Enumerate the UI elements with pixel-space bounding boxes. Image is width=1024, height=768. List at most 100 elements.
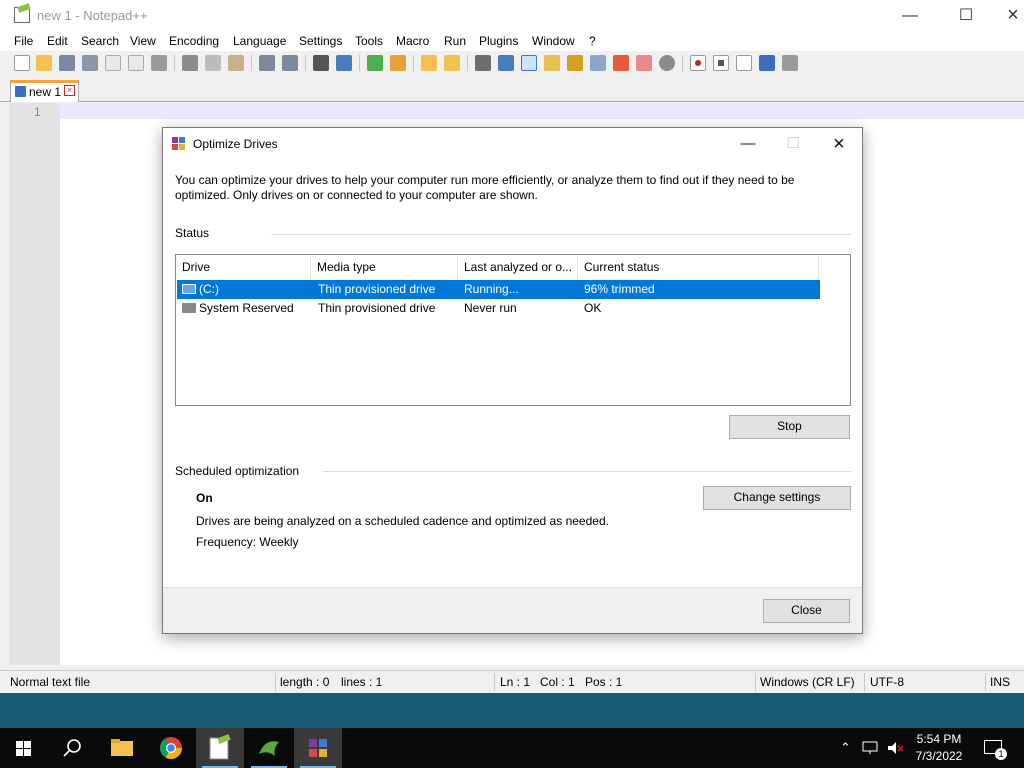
save-macro-icon[interactable] (782, 55, 798, 71)
menu-plugins[interactable]: Plugins (479, 34, 518, 48)
menu-view[interactable]: View (130, 34, 156, 48)
cut-icon[interactable] (182, 55, 198, 71)
npp-close-button[interactable]: × (990, 0, 1024, 31)
sync-horizontal-icon[interactable] (444, 55, 460, 71)
status-encoding: UTF-8 (870, 675, 904, 689)
close-button[interactable]: Close (763, 599, 850, 623)
run-macro-multiple-icon[interactable] (759, 55, 775, 71)
zoom-out-icon[interactable] (390, 55, 406, 71)
menu-file[interactable]: File (14, 34, 33, 48)
new-file-icon[interactable] (14, 55, 30, 71)
column-header-last-analyzed[interactable]: Last analyzed or o... (458, 255, 578, 280)
menu-macro[interactable]: Macro (396, 34, 429, 48)
paste-icon[interactable] (228, 55, 244, 71)
play-macro-icon[interactable] (736, 55, 752, 71)
monitoring-icon[interactable] (659, 55, 675, 71)
status-col: Col : 1 (540, 675, 575, 689)
gecko-icon (259, 741, 279, 756)
taskbar-notepadpp[interactable] (196, 728, 244, 768)
taskbar-file-explorer[interactable] (98, 728, 146, 768)
dialog-maximize-button: ☐ (786, 135, 800, 152)
change-settings-button[interactable]: Change settings (703, 486, 851, 510)
copy-icon[interactable] (205, 55, 221, 71)
taskbar-chrome[interactable] (147, 728, 195, 768)
system-drive-icon (182, 284, 196, 294)
tab-label: new 1 (29, 85, 62, 99)
drive-row-c[interactable]: (C:) Thin provisioned drive Running... 9… (177, 280, 820, 299)
column-header-drive[interactable]: Drive (176, 255, 311, 280)
stop-macro-icon[interactable] (713, 55, 729, 71)
column-header-current-status[interactable]: Current status (578, 255, 819, 280)
menu-search[interactable]: Search (81, 34, 119, 48)
status-divider (494, 673, 495, 691)
indent-guide-icon[interactable] (521, 55, 537, 71)
word-wrap-icon[interactable] (475, 55, 491, 71)
start-button[interactable] (0, 728, 48, 768)
status-divider (864, 673, 865, 691)
tray-chevron-up-icon[interactable]: ⌃ (840, 740, 851, 756)
dialog-minimize-button[interactable]: — (728, 132, 768, 156)
close-all-icon[interactable] (128, 55, 144, 71)
status-divider (985, 673, 986, 691)
toolbar-separator (682, 55, 683, 71)
doc-map-icon[interactable] (590, 55, 606, 71)
redo-icon[interactable] (282, 55, 298, 71)
column-header-media-type[interactable]: Media type (311, 255, 458, 280)
menu-window[interactable]: Window (532, 34, 575, 48)
menu-tools[interactable]: Tools (355, 34, 383, 48)
show-all-chars-icon[interactable] (498, 55, 514, 71)
volume-muted-icon[interactable] (886, 740, 904, 756)
menu-settings[interactable]: Settings (299, 34, 342, 48)
close-file-icon[interactable] (105, 55, 121, 71)
menu-edit[interactable]: Edit (47, 34, 68, 48)
replace-icon[interactable] (336, 55, 352, 71)
open-file-icon[interactable] (36, 55, 52, 71)
save-all-icon[interactable] (82, 55, 98, 71)
find-icon[interactable] (313, 55, 329, 71)
optimize-drives-dialog: Optimize Drives — ☐ × You can optimize y… (162, 127, 863, 634)
clock-date[interactable]: 7/3/2022 (914, 749, 964, 763)
undo-icon[interactable] (259, 55, 275, 71)
close-tab-icon[interactable]: × (64, 85, 75, 96)
sync-vertical-icon[interactable] (421, 55, 437, 71)
search-button[interactable] (48, 728, 96, 768)
current-line-highlight (60, 103, 1024, 119)
npp-title-bar: new 1 - Notepad++ — ☐ × (0, 0, 1024, 31)
print-icon[interactable] (151, 55, 167, 71)
notification-count: 1 (995, 748, 1007, 760)
menu-language[interactable]: Language (233, 34, 286, 48)
line-number-gutter: 1 (10, 103, 60, 665)
tab-new-1[interactable]: new 1 × (10, 80, 79, 102)
toolbar-separator (359, 55, 360, 71)
zoom-in-icon[interactable] (367, 55, 383, 71)
npp-maximize-button[interactable]: ☐ (943, 0, 989, 31)
stop-button[interactable]: Stop (729, 415, 850, 439)
drive-row-system-reserved[interactable]: System Reserved Thin provisioned drive N… (177, 299, 820, 318)
status-eol: Windows (CR LF) (760, 675, 855, 689)
save-icon[interactable] (59, 55, 75, 71)
menu-encoding[interactable]: Encoding (169, 34, 219, 48)
menu-run[interactable]: Run (444, 34, 466, 48)
drive-list[interactable]: Drive Media type Last analyzed or o... C… (175, 254, 851, 406)
network-icon[interactable] (862, 740, 880, 756)
dialog-close-button[interactable]: × (819, 132, 859, 156)
status-file-type: Normal text file (10, 675, 91, 689)
language-icon[interactable] (544, 55, 560, 71)
folder-icon[interactable] (636, 55, 652, 71)
current-status: 96% trimmed (584, 282, 655, 296)
toolbar-separator (174, 55, 175, 71)
scheduled-group-line (323, 471, 851, 472)
record-macro-icon[interactable] (690, 55, 706, 71)
function-list-icon[interactable] (613, 55, 629, 71)
taskbar-optimize-drives[interactable] (294, 728, 342, 768)
npp-menu-bar: File Edit Search View Encoding Language … (0, 31, 1024, 51)
folder-as-workspace-icon[interactable] (567, 55, 583, 71)
clock-time[interactable]: 5:54 PM (916, 732, 962, 746)
last-analyzed: Never run (464, 301, 517, 315)
optimize-drives-icon (309, 739, 327, 757)
windows-icon (16, 741, 31, 756)
npp-minimize-button[interactable]: — (887, 0, 933, 31)
toolbar-separator (251, 55, 252, 71)
taskbar-app-green[interactable] (245, 728, 293, 768)
menu-help[interactable]: ? (589, 34, 596, 48)
